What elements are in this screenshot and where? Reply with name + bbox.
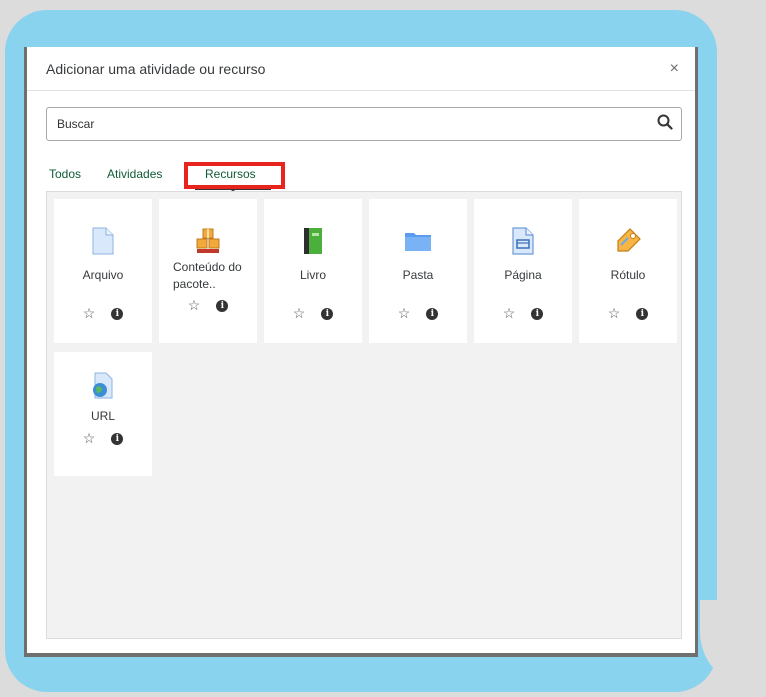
- search-input[interactable]: [57, 117, 617, 131]
- modal-title: Adicionar uma atividade ou recurso: [46, 60, 266, 77]
- resource-label: Pasta: [402, 268, 434, 282]
- resource-label: Página: [504, 268, 542, 282]
- search-icon[interactable]: [657, 114, 673, 135]
- star-icon[interactable]: ☆: [83, 305, 96, 322]
- tab-recursos[interactable]: Recursos: [205, 167, 256, 181]
- close-button[interactable]: ×: [670, 60, 679, 78]
- info-icon[interactable]: i: [531, 307, 544, 320]
- resource-tile-livro[interactable]: Livro ☆ i: [264, 199, 362, 343]
- screenshot-frame: Adicionar uma atividade ou recurso × Tod…: [0, 0, 766, 697]
- resource-tile-rotulo[interactable]: Rótulo ☆ i: [579, 199, 677, 343]
- info-icon[interactable]: i: [321, 307, 334, 320]
- tab-atividades[interactable]: Atividades: [107, 167, 162, 181]
- modal-header: Adicionar uma atividade ou recurso ×: [27, 47, 695, 91]
- resource-tile-pagina[interactable]: Página ☆ i: [474, 199, 572, 343]
- package-icon: [195, 228, 221, 259]
- info-icon[interactable]: i: [111, 432, 124, 445]
- star-icon[interactable]: ☆: [188, 297, 201, 314]
- search-box: [46, 107, 682, 141]
- star-icon[interactable]: ☆: [83, 430, 96, 447]
- resource-label: Arquivo: [82, 268, 124, 282]
- tab-todos[interactable]: Todos: [49, 167, 81, 181]
- callout-tail-cut: [700, 600, 766, 688]
- resource-tile-url[interactable]: URL ☆ i: [54, 352, 152, 476]
- add-activity-modal: Adicionar uma atividade ou recurso × Tod…: [24, 47, 698, 657]
- page-icon: [511, 226, 535, 260]
- resource-label: URL: [90, 409, 115, 423]
- folder-icon: [404, 230, 432, 257]
- star-icon[interactable]: ☆: [398, 305, 411, 322]
- resource-grid: Arquivo ☆ i Conteúdo do pacote.. ☆ i Liv…: [46, 191, 682, 639]
- resource-tile-arquivo[interactable]: Arquivo ☆ i: [54, 199, 152, 343]
- file-icon: [92, 227, 114, 260]
- info-icon[interactable]: i: [216, 299, 229, 312]
- star-icon[interactable]: ☆: [608, 305, 621, 322]
- book-icon: [303, 227, 323, 260]
- label-tag-icon: [614, 227, 642, 260]
- info-icon[interactable]: i: [111, 307, 124, 320]
- info-icon[interactable]: i: [636, 307, 649, 320]
- resource-tile-conteudo-pacote[interactable]: Conteúdo do pacote.. ☆ i: [159, 199, 257, 343]
- url-icon: [91, 372, 115, 405]
- resource-label: Livro: [299, 268, 326, 282]
- info-icon[interactable]: i: [426, 307, 439, 320]
- resource-label: Rótulo: [610, 268, 646, 282]
- star-icon[interactable]: ☆: [503, 305, 516, 322]
- resource-tile-pasta[interactable]: Pasta ☆ i: [369, 199, 467, 343]
- star-icon[interactable]: ☆: [293, 305, 306, 322]
- tab-bar: Todos Atividades Recursos: [46, 162, 686, 192]
